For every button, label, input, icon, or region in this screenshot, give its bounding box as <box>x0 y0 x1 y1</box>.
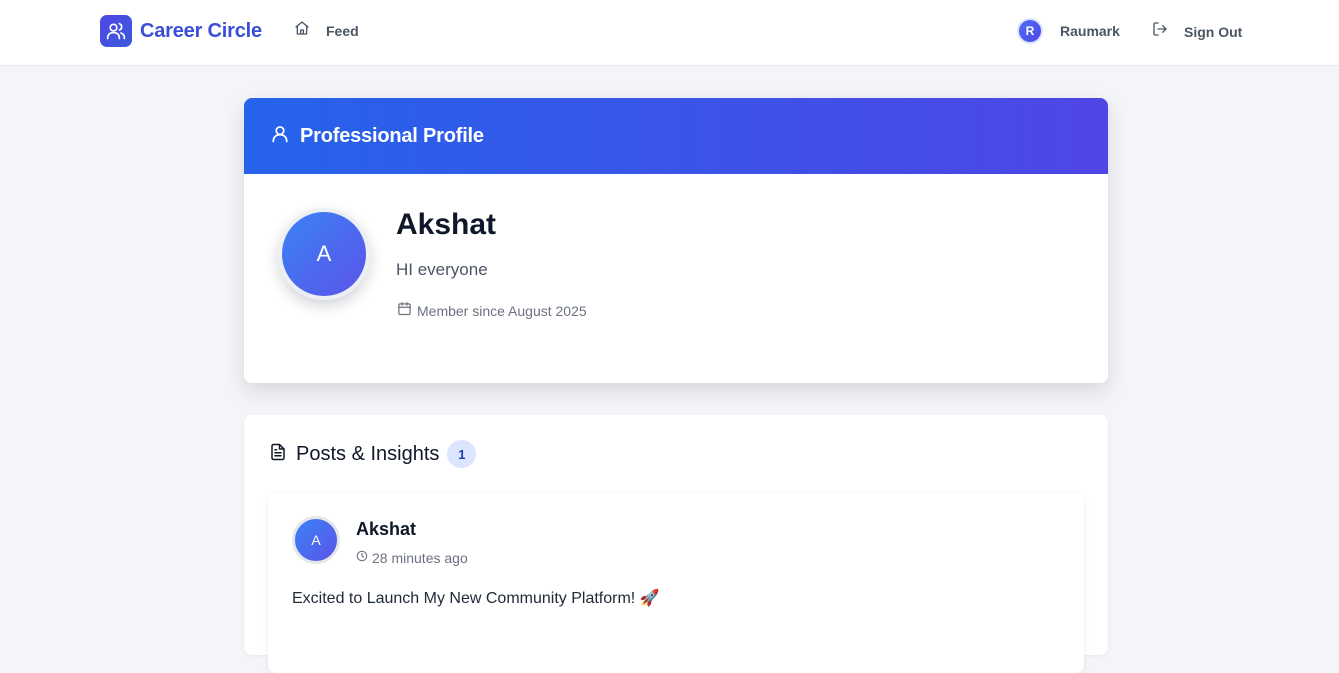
log-out-icon <box>1152 21 1168 42</box>
post-timestamp: 28 minutes ago <box>356 549 468 567</box>
post-content: Excited to Launch My New Community Platf… <box>292 590 660 607</box>
post-author-name: Akshat <box>356 519 417 539</box>
user-name: Raumark <box>1060 23 1120 39</box>
profile-avatar: A <box>278 208 370 300</box>
nav-feed-label: Feed <box>326 22 359 39</box>
post-item[interactable]: A Akshat 28 minutes ago Excited to Launc… <box>268 493 1084 673</box>
profile-card: Professional Profile A Akshat HI everyon… <box>244 98 1108 383</box>
posts-section-title: Posts & Insights <box>296 442 440 465</box>
brand-name: Career Circle <box>140 19 262 42</box>
user-avatar: R <box>1017 18 1043 44</box>
posts-section: Posts & Insights 1 A Akshat 28 minutes a… <box>244 415 1108 673</box>
profile-card-header: Professional Profile <box>244 98 1108 174</box>
profile-name: Akshat <box>396 208 497 241</box>
posts-section-header: Posts & Insights 1 <box>269 440 477 468</box>
post-author-avatar: A <box>292 516 340 564</box>
member-since-label: Member since August 2025 <box>417 303 587 319</box>
document-icon <box>269 442 287 467</box>
user-icon <box>270 123 290 150</box>
home-icon <box>294 20 310 41</box>
profile-bio: HI everyone <box>396 260 488 279</box>
sign-out-label: Sign Out <box>1184 23 1243 40</box>
users-icon <box>100 15 132 47</box>
sign-out-button[interactable]: Sign Out <box>1152 21 1242 42</box>
post-time-label: 28 minutes ago <box>372 550 468 566</box>
member-since: Member since August 2025 <box>397 301 587 321</box>
posts-count-badge: 1 <box>447 440 477 468</box>
nav-feed-link[interactable]: Feed <box>294 20 359 41</box>
clock-icon <box>356 549 368 567</box>
profile-card-title: Professional Profile <box>300 124 484 147</box>
user-menu[interactable]: R Raumark <box>1017 18 1120 44</box>
top-navbar: Career Circle Feed R Raumark Sign Out <box>0 0 1339 66</box>
calendar-icon <box>397 301 412 321</box>
brand-link[interactable]: Career Circle <box>100 15 262 47</box>
